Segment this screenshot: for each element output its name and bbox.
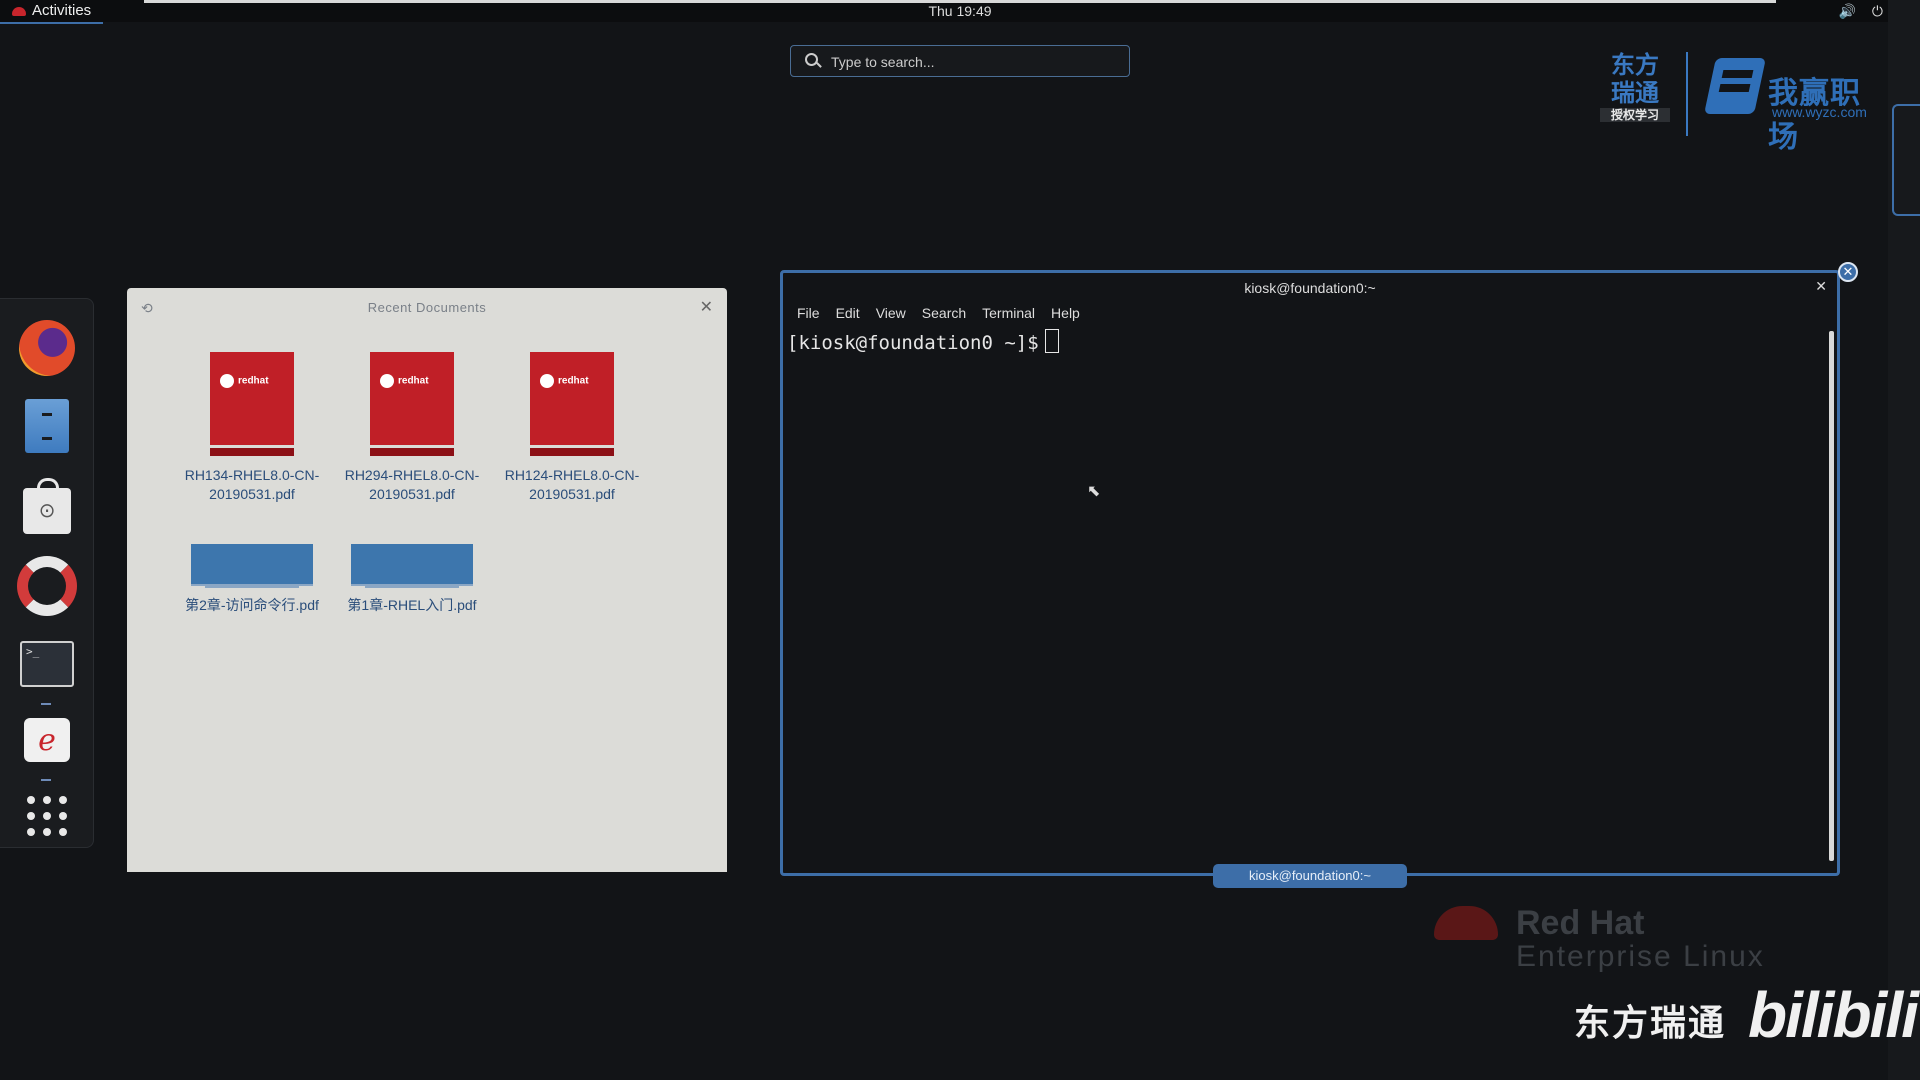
menu-edit[interactable]: Edit (828, 301, 868, 323)
show-applications-icon[interactable] (16, 785, 78, 847)
document-item[interactable]: 第1章-RHEL入门.pdf (332, 544, 492, 615)
search-icon (805, 53, 818, 66)
menu-help[interactable]: Help (1043, 301, 1088, 323)
window-caption: kiosk@foundation0:~ (1213, 864, 1407, 888)
pdf-thumbnail (351, 544, 473, 586)
workspace-thumbnail[interactable] (1892, 104, 1920, 216)
logo-divider (1686, 52, 1688, 136)
clock[interactable]: Thu 19:49 (0, 0, 1920, 22)
firefox-globe-icon (19, 320, 75, 376)
document-name: RH134-RHEL8.0-CN-20190531.pdf (184, 467, 320, 502)
help-icon[interactable] (16, 555, 78, 617)
files-icon[interactable] (16, 395, 78, 457)
logo-brand-subtext: 授权学习 (1600, 108, 1670, 122)
close-icon[interactable]: ✕ (700, 297, 713, 317)
dash: e (0, 298, 94, 848)
terminal-title: kiosk@foundation0:~ (1244, 280, 1376, 296)
mouse-pointer-icon: ⬉ (1087, 483, 1101, 500)
redhat-watermark-line2: Enterprise Linux (1516, 940, 1765, 973)
redhat-hat-icon (1434, 906, 1498, 940)
recent-documents-titlebar[interactable]: ⟲ Recent Documents ✕ (127, 288, 727, 328)
software-icon[interactable] (16, 475, 78, 537)
document-item[interactable]: 第2章-访问命令行.pdf (172, 544, 332, 615)
document-name: RH294-RHEL8.0-CN-20190531.pdf (344, 467, 480, 502)
file-cabinet-icon (25, 399, 69, 453)
pdf-thumbnail (191, 544, 313, 586)
redhat-document-icon: e (24, 718, 70, 762)
logo-brand-text: 东方瑞通 (1611, 52, 1659, 107)
terminal-app-icon[interactable] (16, 633, 78, 705)
terminal-window[interactable]: kiosk@foundation0:~ ✕ File Edit View Sea… (780, 270, 1840, 876)
terminal-output[interactable]: [kiosk@foundation0 ~]$ (787, 329, 1823, 869)
terminal-menubar: File Edit View Search Terminal Help (783, 301, 1837, 323)
bilibili-watermark: 东方瑞通 bilibili (1574, 976, 1919, 1051)
terminal-scrollbar[interactable] (1829, 331, 1834, 861)
redhat-watermark-line1: Red Hat (1516, 904, 1645, 942)
pdf-thumbnail: redhat (210, 352, 294, 456)
text-cursor (1044, 329, 1059, 353)
volume-icon[interactable]: 🔊 (1838, 3, 1855, 20)
document-item[interactable]: redhat RH294-RHEL8.0-CN-20190531.pdf (332, 352, 492, 504)
dongfangruitong-logo: 东方瑞通 授权学习 (1600, 52, 1670, 136)
menu-view[interactable]: View (868, 301, 914, 323)
document-name: RH124-RHEL8.0-CN-20190531.pdf (504, 467, 640, 502)
redhat-watermark: Red Hat Enterprise Linux (1432, 900, 1812, 980)
redhat-app-icon[interactable]: e (16, 709, 78, 781)
bilibili-logo-text: bilibili (1748, 979, 1919, 1051)
close-window-badge-icon[interactable]: ✕ (1838, 262, 1858, 282)
menu-search[interactable]: Search (914, 301, 974, 323)
menu-file[interactable]: File (789, 301, 828, 323)
document-item[interactable]: redhat RH124-RHEL8.0-CN-20190531.pdf (492, 352, 652, 504)
shopping-bag-icon (23, 478, 71, 534)
wyzc-url-text: www.wyzc.com (1772, 104, 1867, 120)
running-indicator (41, 779, 51, 781)
document-item[interactable]: redhat RH134-RHEL8.0-CN-20190531.pdf (172, 352, 332, 504)
running-indicator (41, 703, 51, 705)
search-box[interactable] (790, 45, 1130, 77)
terminal-titlebar[interactable]: kiosk@foundation0:~ ✕ (783, 273, 1837, 301)
document-name: 第2章-访问命令行.pdf (185, 597, 319, 613)
document-name: 第1章-RHEL入门.pdf (347, 597, 477, 613)
lifebuoy-icon (17, 556, 77, 616)
redhat-cover-text: redhat (380, 374, 429, 388)
terminal-screen-icon (20, 641, 74, 687)
bilibili-cn-text: 东方瑞通 (1574, 1002, 1727, 1043)
redhat-cover-text: redhat (540, 374, 589, 388)
shell-prompt: [kiosk@foundation0 ~]$ (787, 332, 1039, 354)
pdf-thumbnail: redhat (370, 352, 454, 456)
recent-documents-title: Recent Documents (367, 300, 487, 315)
firefox-icon[interactable] (16, 317, 78, 379)
top-bar: Activities Thu 19:49 🔊 ⏻ ▾ (0, 0, 1920, 24)
wyzc-mark-icon (1704, 58, 1766, 114)
search-input[interactable] (829, 51, 1123, 73)
app-grid-icon (27, 796, 67, 836)
close-icon[interactable]: ✕ (1815, 278, 1827, 295)
wyzc-logo: 我赢职场 www.wyzc.com (1704, 58, 1880, 154)
recent-documents-window[interactable]: ⟲ Recent Documents ✕ redhat RH134-RHEL8.… (127, 288, 727, 872)
pdf-thumbnail: redhat (530, 352, 614, 456)
redhat-cover-text: redhat (220, 374, 269, 388)
menu-terminal[interactable]: Terminal (974, 301, 1043, 323)
power-icon[interactable]: ⏻ (1872, 3, 1883, 20)
